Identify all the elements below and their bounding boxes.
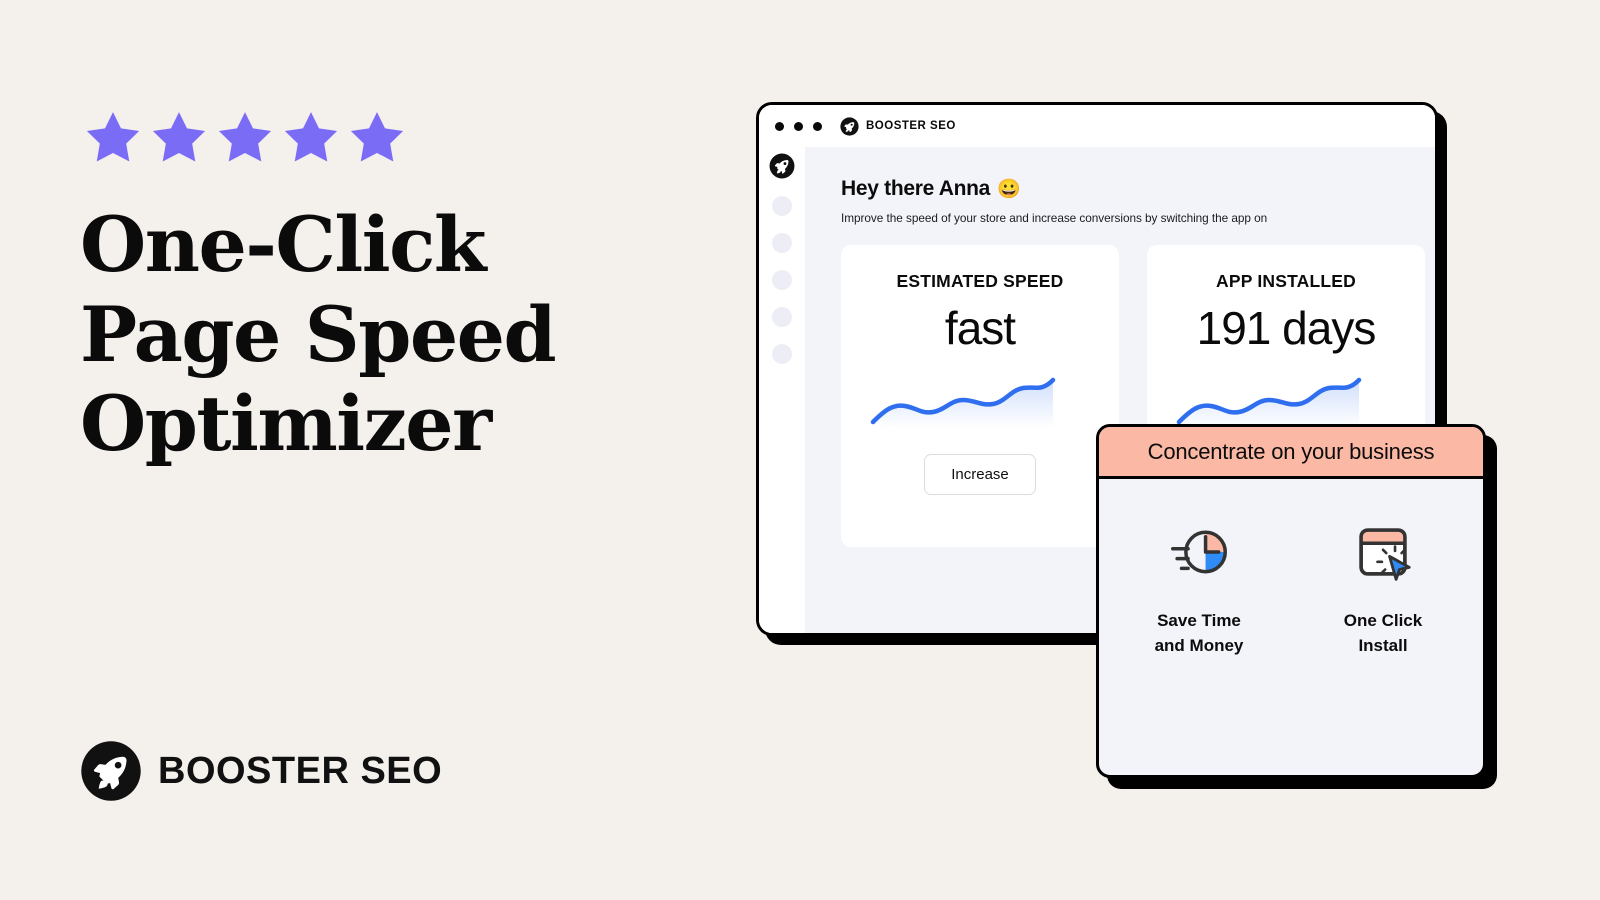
clock-speed-icon	[1171, 530, 1227, 574]
titlebar-brand-name: BOOSTER SEO	[866, 120, 956, 132]
window-minimize-dot[interactable]	[794, 121, 803, 131]
card-value: 191 days	[1196, 302, 1377, 354]
sidebar-item-5[interactable]	[772, 344, 792, 364]
rating-stars	[82, 108, 408, 170]
headline-line-3: Optimizer	[80, 379, 492, 469]
card-label: ESTIMATED SPEED	[896, 271, 1064, 291]
card-estimated-speed: ESTIMATED SPEED fast Increase	[841, 245, 1119, 547]
installed-sparkline-chart	[1176, 378, 1362, 429]
star-icon	[284, 112, 338, 162]
rocket-icon[interactable]	[769, 153, 795, 179]
benefits-overlay-card: Concentrate on your business Save Time a…	[1096, 424, 1497, 789]
window-titlebar: BOOSTER SEO	[759, 105, 1435, 147]
feature-label: One Click Install	[1343, 611, 1423, 655]
headline-line-1: One-Click	[80, 200, 487, 289]
sidebar-item-1[interactable]	[772, 196, 792, 216]
increase-button[interactable]: Increase	[924, 454, 1036, 496]
star-icon	[218, 112, 272, 162]
sidebar-item-4[interactable]	[772, 307, 792, 327]
rocket-icon	[81, 741, 141, 801]
feature-save-time: Save Time and Money	[1139, 517, 1259, 658]
card-value: fast	[944, 302, 1016, 354]
brand-logo: BOOSTER SEO	[80, 740, 442, 802]
one-click-install-icon	[1359, 528, 1411, 581]
feature-list: Save Time and Money One Click Install	[1099, 479, 1483, 658]
star-icon	[350, 112, 404, 162]
star-icon	[86, 112, 140, 162]
overlay-header-title: Concentrate on your business	[1099, 427, 1483, 479]
headline-line-2: Page Speed	[80, 289, 557, 379]
greeting-text: Hey there Anna	[841, 177, 991, 200]
greeting-heading: Hey there Anna 😀	[841, 177, 1435, 201]
page-title: One-Click Page Speed Optimizer	[80, 200, 640, 469]
brand-name: BOOSTER SEO	[158, 749, 443, 792]
smiley-icon: 😀	[997, 178, 1021, 200]
feature-one-click-install: One Click Install	[1323, 517, 1443, 658]
greeting-subtitle: Improve the speed of your store and incr…	[841, 211, 1268, 225]
sidebar-item-2[interactable]	[772, 233, 792, 253]
sidebar-item-3[interactable]	[772, 270, 792, 290]
feature-label: Save Time and Money	[1154, 611, 1244, 655]
titlebar-brand: BOOSTER SEO	[840, 116, 956, 136]
app-sidebar	[759, 147, 805, 633]
window-traffic-lights[interactable]	[775, 121, 822, 131]
hero-panel: One-Click Page Speed Optimizer BOOSTER S…	[80, 0, 700, 900]
speed-sparkline-chart	[870, 378, 1056, 429]
window-maximize-dot[interactable]	[813, 121, 822, 131]
rocket-icon	[840, 116, 859, 136]
star-icon	[152, 112, 206, 162]
window-close-dot[interactable]	[775, 121, 784, 131]
card-label: APP INSTALLED	[1215, 271, 1357, 291]
